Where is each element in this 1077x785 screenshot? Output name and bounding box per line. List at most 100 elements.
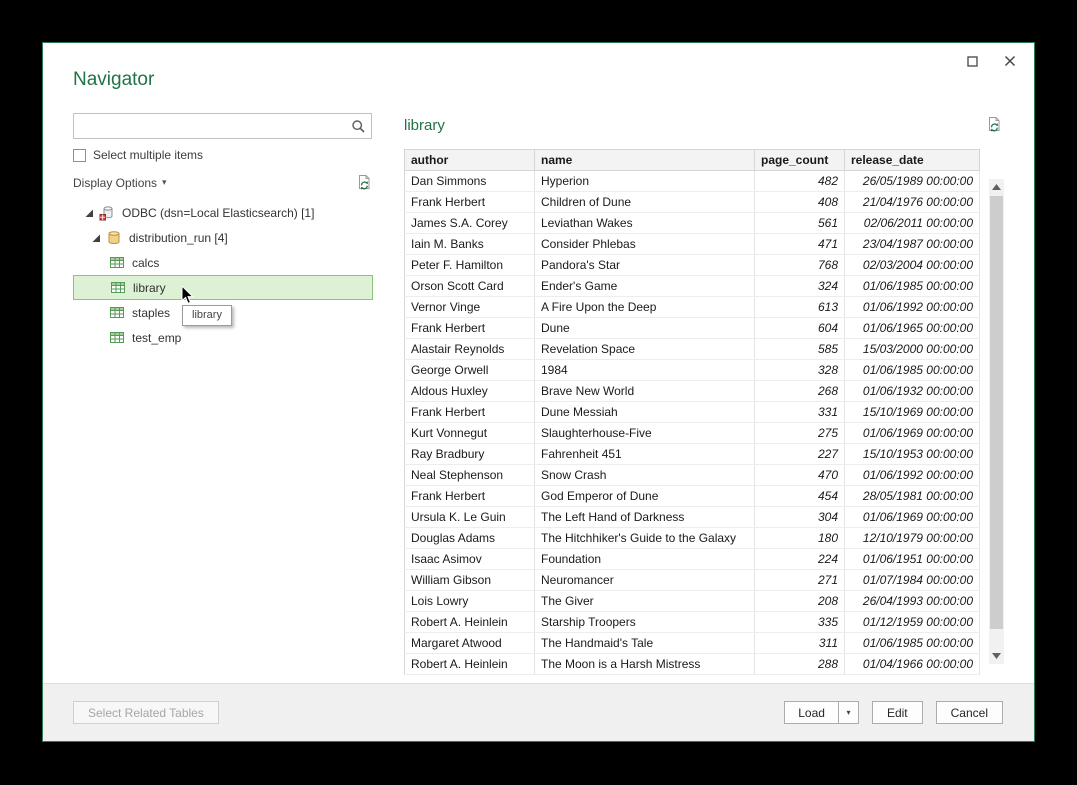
cell-author: Margaret Atwood bbox=[405, 633, 535, 654]
preview-title: library bbox=[404, 117, 445, 134]
select-multiple-label: Select multiple items bbox=[93, 148, 203, 162]
load-button[interactable]: Load bbox=[785, 702, 838, 723]
cell-name: Neuromancer bbox=[535, 570, 755, 591]
cell-author: Aldous Huxley bbox=[405, 381, 535, 402]
cell-release_date: 01/07/1984 00:00:00 bbox=[845, 570, 980, 591]
tree-item-label: distribution_run [4] bbox=[129, 231, 228, 245]
select-related-tables-button[interactable]: Select Related Tables bbox=[73, 701, 219, 724]
table-row: William GibsonNeuromancer27101/07/1984 0… bbox=[405, 570, 980, 591]
tree-item-odbc-source[interactable]: ODBC (dsn=Local Elasticsearch) [1] bbox=[73, 200, 373, 225]
search-input[interactable] bbox=[74, 114, 345, 138]
display-options-dropdown[interactable]: Display Options bbox=[73, 176, 157, 190]
table-row: Orson Scott CardEnder's Game32401/06/198… bbox=[405, 276, 980, 297]
cell-release_date: 01/06/1992 00:00:00 bbox=[845, 465, 980, 486]
tree-item-label: library bbox=[133, 281, 166, 295]
tree-item-label: ODBC (dsn=Local Elasticsearch) [1] bbox=[122, 206, 314, 220]
expanded-arrow-icon[interactable] bbox=[89, 233, 103, 243]
select-multiple-checkbox[interactable] bbox=[73, 149, 86, 162]
chevron-down-icon[interactable]: ▾ bbox=[162, 177, 167, 188]
cell-page_count: 604 bbox=[755, 318, 845, 339]
tree-item-library[interactable]: library bbox=[73, 275, 373, 300]
cell-name: Children of Dune bbox=[535, 192, 755, 213]
load-dropdown-icon[interactable]: ▾ bbox=[838, 702, 858, 723]
edit-button[interactable]: Edit bbox=[872, 701, 923, 724]
cell-author: Peter F. Hamilton bbox=[405, 255, 535, 276]
cell-release_date: 01/06/1985 00:00:00 bbox=[845, 360, 980, 381]
table-row: Isaac AsimovFoundation22401/06/1951 00:0… bbox=[405, 549, 980, 570]
cell-author: Iain M. Banks bbox=[405, 234, 535, 255]
table-row: Ray BradburyFahrenheit 45122715/10/1953 … bbox=[405, 444, 980, 465]
cell-name: Starship Troopers bbox=[535, 612, 755, 633]
table-row: Frank HerbertDune Messiah33115/10/1969 0… bbox=[405, 402, 980, 423]
cell-page_count: 268 bbox=[755, 381, 845, 402]
cell-release_date: 21/04/1976 00:00:00 bbox=[845, 192, 980, 213]
cell-page_count: 271 bbox=[755, 570, 845, 591]
cell-page_count: 227 bbox=[755, 444, 845, 465]
cell-page_count: 471 bbox=[755, 234, 845, 255]
cell-name: Brave New World bbox=[535, 381, 755, 402]
cell-release_date: 02/06/2011 00:00:00 bbox=[845, 213, 980, 234]
refresh-icon[interactable] bbox=[356, 174, 373, 191]
table-row: Aldous HuxleyBrave New World26801/06/193… bbox=[405, 381, 980, 402]
scroll-up-icon[interactable] bbox=[989, 179, 1004, 195]
cell-release_date: 15/10/1969 00:00:00 bbox=[845, 402, 980, 423]
cell-author: George Orwell bbox=[405, 360, 535, 381]
cell-name: Fahrenheit 451 bbox=[535, 444, 755, 465]
close-icon[interactable] bbox=[998, 51, 1022, 71]
cell-release_date: 01/06/1969 00:00:00 bbox=[845, 507, 980, 528]
table-row: Frank HerbertChildren of Dune40821/04/19… bbox=[405, 192, 980, 213]
cell-author: Frank Herbert bbox=[405, 486, 535, 507]
scrollbar-thumb[interactable] bbox=[990, 196, 1003, 629]
tree-item-label: test_emp bbox=[132, 331, 181, 345]
window-controls bbox=[960, 51, 1022, 71]
refresh-preview-icon[interactable] bbox=[986, 116, 1003, 138]
table-icon bbox=[110, 280, 127, 295]
cell-name: The Moon is a Harsh Mistress bbox=[535, 654, 755, 675]
table-row: Frank HerbertDune60401/06/1965 00:00:00 bbox=[405, 318, 980, 339]
tree-item-calcs[interactable]: calcs bbox=[73, 250, 373, 275]
table-icon bbox=[109, 305, 126, 320]
cell-name: Pandora's Star bbox=[535, 255, 755, 276]
cell-release_date: 01/06/1992 00:00:00 bbox=[845, 297, 980, 318]
cell-release_date: 01/04/1966 00:00:00 bbox=[845, 654, 980, 675]
cell-author: Kurt Vonnegut bbox=[405, 423, 535, 444]
cell-page_count: 288 bbox=[755, 654, 845, 675]
maximize-icon[interactable] bbox=[960, 51, 984, 71]
cell-release_date: 01/12/1959 00:00:00 bbox=[845, 612, 980, 633]
cell-author: Frank Herbert bbox=[405, 192, 535, 213]
cell-author: Ursula K. Le Guin bbox=[405, 507, 535, 528]
table-row: Neal StephensonSnow Crash47001/06/1992 0… bbox=[405, 465, 980, 486]
screen-background: Navigator Select multiple items Display … bbox=[0, 0, 1077, 785]
tree-item-distribution-run[interactable]: distribution_run [4] bbox=[73, 225, 373, 250]
vertical-scrollbar[interactable] bbox=[989, 179, 1004, 664]
cell-page_count: 585 bbox=[755, 339, 845, 360]
cancel-button[interactable]: Cancel bbox=[936, 701, 1003, 724]
cell-name: Snow Crash bbox=[535, 465, 755, 486]
cell-author: Isaac Asimov bbox=[405, 549, 535, 570]
cell-author: Frank Herbert bbox=[405, 318, 535, 339]
cell-name: Dune Messiah bbox=[535, 402, 755, 423]
cell-name: Dune bbox=[535, 318, 755, 339]
scroll-down-icon[interactable] bbox=[989, 648, 1004, 664]
cell-release_date: 01/06/1932 00:00:00 bbox=[845, 381, 980, 402]
cell-name: God Emperor of Dune bbox=[535, 486, 755, 507]
cell-author: James S.A. Corey bbox=[405, 213, 535, 234]
cell-page_count: 275 bbox=[755, 423, 845, 444]
cell-release_date: 15/03/2000 00:00:00 bbox=[845, 339, 980, 360]
expanded-arrow-icon[interactable] bbox=[82, 208, 96, 218]
cell-name: Leviathan Wakes bbox=[535, 213, 755, 234]
cell-author: Ray Bradbury bbox=[405, 444, 535, 465]
display-options-row: Display Options ▾ bbox=[73, 174, 373, 191]
cell-release_date: 01/06/1951 00:00:00 bbox=[845, 549, 980, 570]
search-icon[interactable] bbox=[345, 114, 371, 138]
column-header-page_count: page_count bbox=[755, 150, 845, 171]
navigator-dialog: Navigator Select multiple items Display … bbox=[42, 42, 1035, 742]
table-row: Kurt VonnegutSlaughterhouse-Five27501/06… bbox=[405, 423, 980, 444]
cell-page_count: 224 bbox=[755, 549, 845, 570]
table-row: Frank HerbertGod Emperor of Dune45428/05… bbox=[405, 486, 980, 507]
tree-item-test-emp[interactable]: test_emp bbox=[73, 325, 373, 350]
column-header-name: name bbox=[535, 150, 755, 171]
tree-item-label: staples bbox=[132, 306, 170, 320]
table-row: Douglas AdamsThe Hitchhiker's Guide to t… bbox=[405, 528, 980, 549]
table-row: Ursula K. Le GuinThe Left Hand of Darkne… bbox=[405, 507, 980, 528]
